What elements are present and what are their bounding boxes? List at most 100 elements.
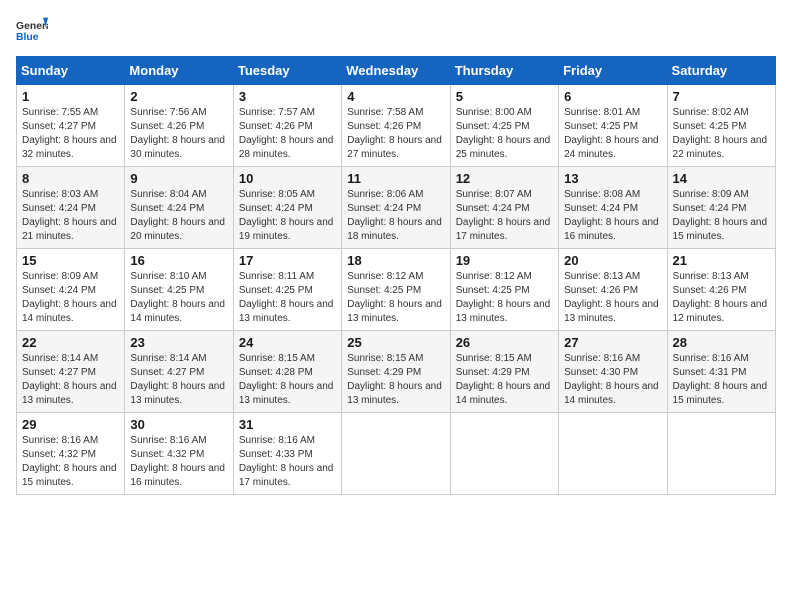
day-cell: 18 Sunrise: 8:12 AMSunset: 4:25 PMDayligh… [342, 249, 450, 331]
day-cell: 7 Sunrise: 8:02 AMSunset: 4:25 PMDaylight… [667, 85, 775, 167]
day-info: Sunrise: 8:07 AMSunset: 4:24 PMDaylight:… [456, 188, 553, 244]
day-info: Sunrise: 8:02 AMSunset: 4:25 PMDaylight:… [673, 106, 770, 162]
day-cell: 17 Sunrise: 8:11 AMSunset: 4:25 PMDayligh… [233, 249, 341, 331]
day-cell: 21Sunrise: 8:13 AMSunset: 4:26 PMDayligh… [667, 249, 775, 331]
day-number: 11 [347, 171, 444, 186]
day-cell: 2 Sunrise: 7:56 AMSunset: 4:26 PMDaylight… [125, 85, 233, 167]
day-info: Sunrise: 8:13 AMSunset: 4:26 PMDaylight:… [564, 270, 661, 326]
day-number: 2 [130, 89, 227, 104]
day-number: 30 [130, 417, 227, 432]
day-number: 13 [564, 171, 661, 186]
day-info: Sunrise: 8:16 AMSunset: 4:32 PMDaylight:… [22, 434, 119, 490]
day-info: Sunrise: 7:56 AMSunset: 4:26 PMDaylight:… [130, 106, 227, 162]
day-cell [342, 413, 450, 495]
day-cell: 5Sunrise: 8:00 AMSunset: 4:25 PMDaylight… [450, 85, 558, 167]
day-info: Sunrise: 8:09 AMSunset: 4:24 PMDaylight:… [673, 188, 770, 244]
header-tuesday: Tuesday [233, 57, 341, 85]
svg-text:Blue: Blue [16, 32, 39, 43]
day-cell [450, 413, 558, 495]
day-number: 9 [130, 171, 227, 186]
day-cell: 25 Sunrise: 8:15 AMSunset: 4:29 PMDayligh… [342, 331, 450, 413]
header-thursday: Thursday [450, 57, 558, 85]
header-monday: Monday [125, 57, 233, 85]
header-friday: Friday [559, 57, 667, 85]
day-info: Sunrise: 8:16 AMSunset: 4:33 PMDaylight:… [239, 434, 336, 490]
week-row-4: 22 Sunrise: 8:14 AMSunset: 4:27 PMDayligh… [17, 331, 776, 413]
day-cell: 9 Sunrise: 8:04 AMSunset: 4:24 PMDaylight… [125, 167, 233, 249]
day-number: 27 [564, 335, 661, 350]
week-row-5: 29 Sunrise: 8:16 AMSunset: 4:32 PMDayligh… [17, 413, 776, 495]
header-saturday: Saturday [667, 57, 775, 85]
day-number: 12 [456, 171, 553, 186]
header-sunday: Sunday [17, 57, 125, 85]
day-info: Sunrise: 8:13 AMSunset: 4:26 PMDaylight:… [673, 270, 770, 326]
day-number: 25 [347, 335, 444, 350]
day-cell: 16 Sunrise: 8:10 AMSunset: 4:25 PMDayligh… [125, 249, 233, 331]
day-info: Sunrise: 8:06 AMSunset: 4:24 PMDaylight:… [347, 188, 444, 244]
day-cell: 15Sunrise: 8:09 AMSunset: 4:24 PMDayligh… [17, 249, 125, 331]
day-number: 24 [239, 335, 336, 350]
day-number: 31 [239, 417, 336, 432]
day-number: 26 [456, 335, 553, 350]
day-cell: 29 Sunrise: 8:16 AMSunset: 4:32 PMDayligh… [17, 413, 125, 495]
day-cell: 6 Sunrise: 8:01 AMSunset: 4:25 PMDaylight… [559, 85, 667, 167]
day-cell: 19 Sunrise: 8:12 AMSunset: 4:25 PMDayligh… [450, 249, 558, 331]
day-info: Sunrise: 8:05 AMSunset: 4:24 PMDaylight:… [239, 188, 336, 244]
day-number: 19 [456, 253, 553, 268]
week-row-3: 15Sunrise: 8:09 AMSunset: 4:24 PMDayligh… [17, 249, 776, 331]
day-number: 3 [239, 89, 336, 104]
day-number: 7 [673, 89, 770, 104]
day-number: 16 [130, 253, 227, 268]
day-info: Sunrise: 8:14 AMSunset: 4:27 PMDaylight:… [22, 352, 119, 408]
day-number: 22 [22, 335, 119, 350]
day-info: Sunrise: 8:14 AMSunset: 4:27 PMDaylight:… [130, 352, 227, 408]
day-number: 1 [22, 89, 119, 104]
day-number: 6 [564, 89, 661, 104]
day-cell: 20 Sunrise: 8:13 AMSunset: 4:26 PMDayligh… [559, 249, 667, 331]
day-number: 18 [347, 253, 444, 268]
day-info: Sunrise: 8:15 AMSunset: 4:28 PMDaylight:… [239, 352, 336, 408]
page-header: GeneralBlue [16, 16, 776, 48]
day-info: Sunrise: 8:10 AMSunset: 4:25 PMDaylight:… [130, 270, 227, 326]
day-info: Sunrise: 8:12 AMSunset: 4:25 PMDaylight:… [347, 270, 444, 326]
logo-icon: GeneralBlue [16, 16, 48, 48]
day-info: Sunrise: 8:03 AMSunset: 4:24 PMDaylight:… [22, 188, 119, 244]
day-cell: 22 Sunrise: 8:14 AMSunset: 4:27 PMDayligh… [17, 331, 125, 413]
day-number: 8 [22, 171, 119, 186]
day-cell: 30 Sunrise: 8:16 AMSunset: 4:32 PMDayligh… [125, 413, 233, 495]
day-info: Sunrise: 8:16 AMSunset: 4:31 PMDaylight:… [673, 352, 770, 408]
day-info: Sunrise: 8:04 AMSunset: 4:24 PMDaylight:… [130, 188, 227, 244]
day-info: Sunrise: 8:12 AMSunset: 4:25 PMDaylight:… [456, 270, 553, 326]
calendar-header-row: SundayMondayTuesdayWednesdayThursdayFrid… [17, 57, 776, 85]
day-number: 4 [347, 89, 444, 104]
day-number: 23 [130, 335, 227, 350]
day-cell: 24 Sunrise: 8:15 AMSunset: 4:28 PMDayligh… [233, 331, 341, 413]
day-cell: 14 Sunrise: 8:09 AMSunset: 4:24 PMDayligh… [667, 167, 775, 249]
day-number: 14 [673, 171, 770, 186]
day-number: 20 [564, 253, 661, 268]
day-number: 28 [673, 335, 770, 350]
day-number: 29 [22, 417, 119, 432]
day-info: Sunrise: 8:15 AMSunset: 4:29 PMDaylight:… [347, 352, 444, 408]
day-info: Sunrise: 8:16 AMSunset: 4:32 PMDaylight:… [130, 434, 227, 490]
week-row-2: 8 Sunrise: 8:03 AMSunset: 4:24 PMDaylight… [17, 167, 776, 249]
day-cell: 10Sunrise: 8:05 AMSunset: 4:24 PMDayligh… [233, 167, 341, 249]
day-info: Sunrise: 8:11 AMSunset: 4:25 PMDaylight:… [239, 270, 336, 326]
day-info: Sunrise: 7:55 AMSunset: 4:27 PMDaylight:… [22, 106, 119, 162]
day-info: Sunrise: 8:15 AMSunset: 4:29 PMDaylight:… [456, 352, 553, 408]
svg-text:General: General [16, 21, 48, 32]
day-cell: 13 Sunrise: 8:08 AMSunset: 4:24 PMDayligh… [559, 167, 667, 249]
day-number: 15 [22, 253, 119, 268]
day-info: Sunrise: 8:08 AMSunset: 4:24 PMDaylight:… [564, 188, 661, 244]
day-cell: 11 Sunrise: 8:06 AMSunset: 4:24 PMDayligh… [342, 167, 450, 249]
day-cell: 12 Sunrise: 8:07 AMSunset: 4:24 PMDayligh… [450, 167, 558, 249]
day-cell: 3Sunrise: 7:57 AMSunset: 4:26 PMDaylight… [233, 85, 341, 167]
day-info: Sunrise: 8:01 AMSunset: 4:25 PMDaylight:… [564, 106, 661, 162]
day-info: Sunrise: 8:16 AMSunset: 4:30 PMDaylight:… [564, 352, 661, 408]
calendar-table: SundayMondayTuesdayWednesdayThursdayFrid… [16, 56, 776, 495]
day-cell [667, 413, 775, 495]
day-cell: 26 Sunrise: 8:15 AMSunset: 4:29 PMDayligh… [450, 331, 558, 413]
day-cell: 4Sunrise: 7:58 AMSunset: 4:26 PMDaylight… [342, 85, 450, 167]
day-number: 17 [239, 253, 336, 268]
day-cell: 28 Sunrise: 8:16 AMSunset: 4:31 PMDayligh… [667, 331, 775, 413]
